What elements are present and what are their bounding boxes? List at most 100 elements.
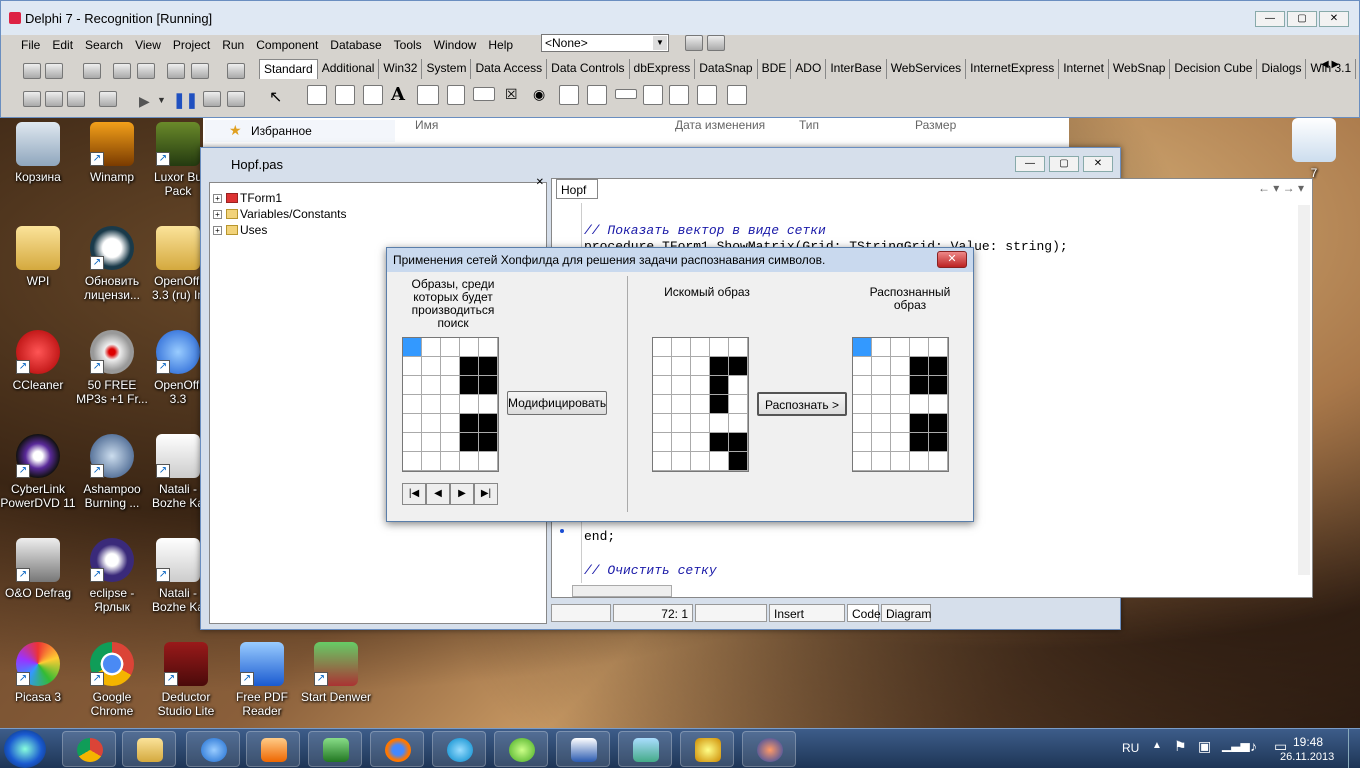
grid-cell[interactable] (710, 433, 729, 452)
network-icon[interactable]: ▣ (1198, 738, 1211, 755)
tree-item-variables[interactable]: + Variables/Constants (210, 207, 546, 223)
toggle-icon[interactable] (67, 91, 85, 107)
menu-view[interactable]: View (129, 38, 167, 52)
desktop-combo[interactable]: <None> ▼ (541, 34, 669, 52)
grid-cell[interactable] (691, 414, 710, 433)
grid-cell[interactable] (853, 414, 872, 433)
palette-tab-internet[interactable]: Internet (1059, 59, 1109, 79)
grid-cell[interactable] (710, 376, 729, 395)
palette-tab-ado[interactable]: ADO (791, 59, 827, 79)
prev-icon[interactable]: ◀ (426, 483, 450, 505)
grid-cell[interactable] (891, 357, 910, 376)
last-icon[interactable]: ▶| (474, 483, 498, 505)
grid-cell[interactable] (853, 357, 872, 376)
maximize-button[interactable]: ▢ (1287, 11, 1317, 27)
grid-cell[interactable] (441, 452, 460, 471)
expand-icon[interactable]: + (213, 226, 222, 235)
editor-tab-hopf[interactable]: Hopf (556, 179, 598, 199)
scrollbar-icon[interactable] (615, 89, 637, 99)
grid-cell[interactable] (422, 357, 441, 376)
result-grid[interactable] (852, 337, 949, 472)
taskbar-media[interactable] (246, 731, 300, 767)
groupbox-icon[interactable] (643, 85, 663, 105)
grid-cell[interactable] (653, 338, 672, 357)
new-form-icon[interactable] (99, 91, 117, 107)
open-icon[interactable] (45, 63, 63, 79)
edit-icon[interactable] (417, 85, 439, 105)
grid-cell[interactable] (691, 357, 710, 376)
expand-icon[interactable]: + (213, 194, 222, 203)
grid-cell[interactable] (910, 433, 929, 452)
grid-cell[interactable] (422, 414, 441, 433)
taskbar-picture[interactable] (618, 731, 672, 767)
grid-cell[interactable] (729, 376, 748, 395)
grid-cell[interactable] (672, 414, 691, 433)
pause-icon[interactable]: ❚❚ (173, 91, 198, 109)
grid-cell[interactable] (441, 433, 460, 452)
grid-cell[interactable] (653, 376, 672, 395)
grid-cell[interactable] (929, 338, 948, 357)
grid-cell[interactable] (441, 376, 460, 395)
desktop-icon-recycle[interactable]: Корзина (0, 122, 76, 184)
favorites-item[interactable]: ★ Избранное (205, 120, 395, 142)
grid-cell[interactable] (479, 433, 498, 452)
horizontal-scrollbar[interactable] (572, 585, 672, 597)
menu-database[interactable]: Database (324, 38, 387, 52)
memo-icon[interactable] (447, 85, 465, 105)
grid-cell[interactable] (479, 414, 498, 433)
grid-cell[interactable] (910, 376, 929, 395)
grid-cell[interactable] (672, 338, 691, 357)
menu-window[interactable]: Window (428, 38, 483, 52)
desktop-icon-document-7[interactable]: 7 (1276, 118, 1352, 180)
clock-date[interactable]: 26.11.2013 (1280, 751, 1334, 763)
grid-cell[interactable] (441, 395, 460, 414)
grid-cell[interactable] (672, 395, 691, 414)
grid-cell[interactable] (441, 338, 460, 357)
recognize-button[interactable]: Распознать > (757, 392, 847, 416)
panel-icon[interactable] (697, 85, 717, 105)
desktop-icon-denwer[interactable]: ↗ Start Denwer (298, 642, 374, 704)
editor-minimize-button[interactable]: — (1015, 156, 1045, 172)
flag-icon[interactable]: ⚑ (1174, 738, 1187, 755)
grid-cell[interactable] (403, 338, 422, 357)
grid-cell[interactable] (872, 357, 891, 376)
search-grid[interactable] (652, 337, 749, 472)
grid-cell[interactable] (672, 376, 691, 395)
add-file-icon[interactable] (167, 63, 185, 79)
col-date[interactable]: Дата изменения (675, 118, 765, 132)
chevron-down-icon[interactable]: ▼ (653, 36, 667, 50)
checkbox-icon[interactable]: ☒ (505, 86, 518, 103)
button-icon[interactable] (473, 87, 495, 101)
listbox-icon[interactable] (559, 85, 579, 105)
grid-cell[interactable] (729, 338, 748, 357)
open-project-icon[interactable] (137, 63, 155, 79)
desktop-icon-ashampoo[interactable]: ↗ Ashampoo Burning ... (74, 434, 150, 510)
grid-cell[interactable] (691, 452, 710, 471)
grid-cell[interactable] (691, 338, 710, 357)
grid-cell[interactable] (403, 433, 422, 452)
menu-tools[interactable]: Tools (388, 38, 428, 52)
palette-tab-webservices[interactable]: WebServices (887, 59, 967, 79)
grid-cell[interactable] (403, 357, 422, 376)
desktop-icon-ccleaner[interactable]: ↗ CCleaner (0, 330, 76, 392)
grid-cell[interactable] (422, 452, 441, 471)
grid-cell[interactable] (479, 357, 498, 376)
close-button[interactable]: ✕ (1319, 11, 1349, 27)
tab-diagram[interactable]: Diagram (881, 604, 931, 622)
grid-cell[interactable] (910, 414, 929, 433)
label-icon[interactable]: A (391, 84, 405, 105)
signal-icon[interactable]: ▁▃▅ (1222, 738, 1250, 752)
grid-cell[interactable] (403, 452, 422, 471)
show-desktop-button[interactable] (1348, 729, 1360, 768)
run-icon[interactable]: ▶ (139, 93, 150, 110)
grid-cell[interactable] (653, 452, 672, 471)
start-button[interactable] (4, 730, 46, 768)
grid-cell[interactable] (710, 395, 729, 414)
step-over-icon[interactable] (227, 91, 245, 107)
taskbar-ie[interactable] (186, 731, 240, 767)
nav-arrows-icon[interactable]: ← ▾ → ▾ (1258, 181, 1304, 195)
grid-cell[interactable] (479, 452, 498, 471)
grid-cell[interactable] (710, 452, 729, 471)
taskbar-skype[interactable] (432, 731, 486, 767)
grid-cell[interactable] (872, 395, 891, 414)
